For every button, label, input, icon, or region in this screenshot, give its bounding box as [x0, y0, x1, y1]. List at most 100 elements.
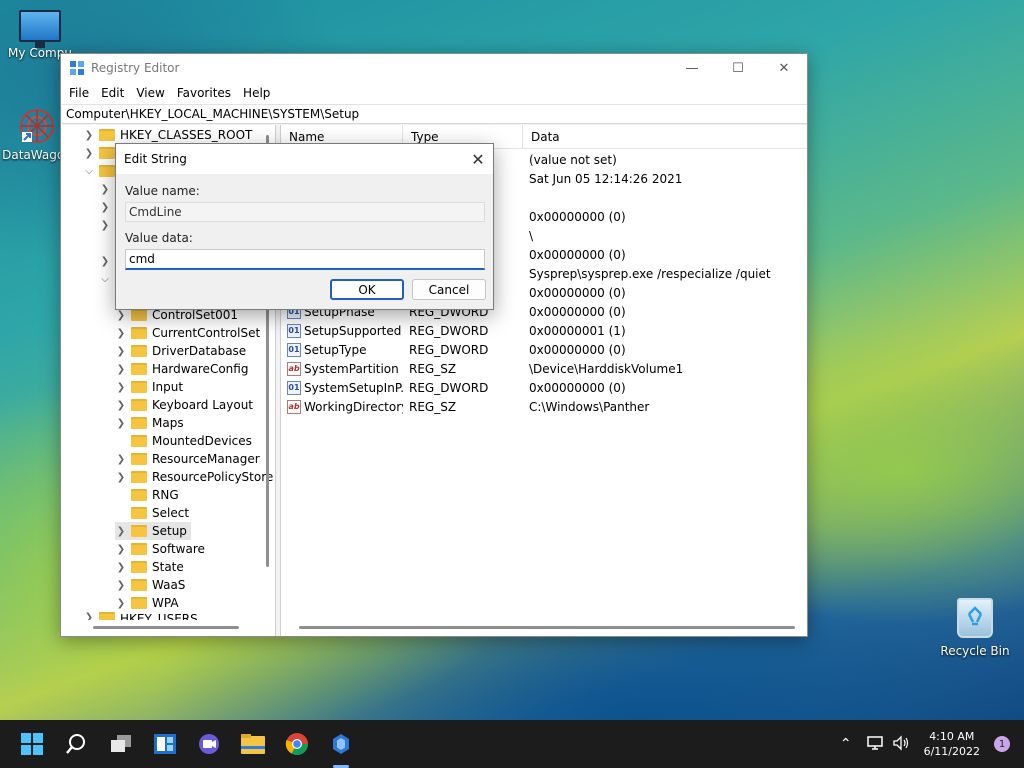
close-window-button[interactable]: ✕	[761, 54, 807, 82]
list-horizontal-scrollbar[interactable]	[299, 626, 795, 629]
chevron-down-icon[interactable]: ⌵	[83, 166, 95, 177]
chevron-right-icon[interactable]: ❯	[115, 562, 127, 573]
minimize-button[interactable]: —	[669, 54, 715, 82]
tree-item-wpa[interactable]: ❯ WPA	[115, 594, 179, 612]
menu-file[interactable]: File	[63, 86, 95, 100]
tree-item-hidden[interactable]: ⌵	[99, 270, 111, 288]
tree-item-driverdatabase[interactable]: ❯ DriverDatabase	[115, 342, 246, 360]
column-header-data[interactable]: Data	[523, 125, 807, 148]
chevron-right-icon[interactable]: ❯	[115, 580, 127, 591]
chevron-right-icon[interactable]: ❯	[115, 310, 127, 321]
table-row-systemsetupinprogress[interactable]: 01 SystemSetupInP... REG_DWORD 0x00000000…	[281, 378, 807, 397]
tree-horizontal-scrollbar[interactable]	[93, 626, 239, 629]
chevron-right-icon[interactable]: ❯	[115, 454, 127, 465]
chevron-right-icon[interactable]: ❯	[99, 220, 111, 231]
datawagon-icon[interactable]	[327, 730, 355, 758]
chevron-up-icon[interactable]: ⌃	[840, 736, 852, 752]
table-row-setuptype[interactable]: 01 SetupType REG_DWORD 0x00000000 (0)	[281, 340, 807, 359]
tree-item-hkey-classes-root[interactable]: ❯ HKEY_CLASSES_ROOT	[83, 126, 253, 144]
tree-item-hidden[interactable]: ❯	[99, 180, 111, 198]
clock-time: 4:10 AM	[929, 730, 975, 743]
tree-item-state[interactable]: ❯ State	[115, 558, 184, 576]
chevron-right-icon[interactable]: ❯	[99, 184, 111, 195]
menu-help[interactable]: Help	[237, 86, 276, 100]
tree-item-hidden[interactable]: ❯	[99, 216, 111, 234]
chevron-right-icon[interactable]: ❯	[99, 202, 111, 213]
tree-item-hkey-users[interactable]: ❯ HKEY_USERS	[83, 612, 198, 620]
menu-bar: File Edit View Favorites Help	[61, 82, 807, 104]
task-view-icon[interactable]	[107, 730, 135, 758]
tree-item-hidden[interactable]: ❯	[99, 252, 111, 270]
menu-view[interactable]: View	[130, 86, 170, 100]
chevron-right-icon[interactable]: ❯	[83, 612, 95, 620]
chevron-right-icon[interactable]: ❯	[99, 256, 111, 267]
tree-item-resourcepolicystore[interactable]: ❯ ResourcePolicyStore	[115, 468, 273, 486]
desktop-icon-recycle-bin[interactable]: Recycle Bin	[935, 598, 1015, 658]
dialog-title-bar[interactable]: Edit String ✕	[116, 144, 493, 174]
table-row-setupsupported[interactable]: 01 SetupSupported REG_DWORD 0x00000001 (1…	[281, 321, 807, 340]
tree-item-rng[interactable]: RNG	[127, 486, 179, 504]
row-data: 0x00000000 (0)	[529, 209, 626, 224]
widgets-icon[interactable]	[151, 730, 179, 758]
cancel-button[interactable]: Cancel	[412, 279, 486, 300]
value-data-input[interactable]	[125, 249, 485, 270]
tree-item-waas[interactable]: ❯ WaaS	[115, 576, 186, 594]
volume-icon[interactable]	[892, 734, 910, 754]
folder-icon	[131, 525, 147, 537]
tree-item-currentcontrolset[interactable]: ❯ CurrentControlSet	[115, 324, 260, 342]
row-type: REG_SZ	[409, 361, 457, 376]
maximize-button[interactable]: ☐	[715, 54, 761, 82]
menu-edit[interactable]: Edit	[95, 86, 130, 100]
table-row-workingdirectory[interactable]: ab WorkingDirectory REG_SZ C:\Windows\Pan…	[281, 397, 807, 416]
network-icon[interactable]	[866, 735, 884, 754]
chevron-right-icon[interactable]: ❯	[83, 148, 95, 159]
tree-item-setup[interactable]: ❯ Setup	[115, 522, 191, 540]
recycle-bin-icon	[957, 598, 993, 638]
tree-item-select[interactable]: Select	[127, 504, 189, 522]
table-row-systempartition[interactable]: ab SystemPartition REG_SZ \Device\Harddis…	[281, 359, 807, 378]
chat-icon[interactable]	[195, 730, 223, 758]
chevron-right-icon[interactable]: ❯	[115, 346, 127, 357]
chevron-right-icon[interactable]: ❯	[115, 382, 127, 393]
tree-item-label: DriverDatabase	[152, 344, 247, 358]
tree-item-keyboard-layout[interactable]: ❯ Keyboard Layout	[115, 396, 253, 414]
tree-item-resourcemanager[interactable]: ❯ ResourceManager	[115, 450, 260, 468]
tree-item-hardwareconfig[interactable]: ❯ HardwareConfig	[115, 360, 249, 378]
tree-item-software[interactable]: ❯ Software	[115, 540, 205, 558]
row-name: SetupType	[304, 342, 367, 357]
address-bar[interactable]: Computer\HKEY_LOCAL_MACHINE\SYSTEM\Setup	[62, 104, 807, 124]
title-bar[interactable]: Registry Editor — ☐ ✕	[61, 54, 807, 82]
folder-icon	[131, 543, 147, 555]
chevron-right-icon[interactable]: ❯	[83, 130, 95, 141]
tree-item-label: HKEY_USERS	[120, 612, 198, 620]
chevron-right-icon[interactable]: ❯	[115, 328, 127, 339]
tree-item-label: ResourcePolicyStore	[152, 470, 274, 484]
tree-item-maps[interactable]: ❯ Maps	[115, 414, 184, 432]
notification-badge[interactable]: 1	[994, 736, 1010, 752]
ok-button[interactable]: OK	[330, 279, 404, 300]
tree-item-label: WaaS	[152, 578, 186, 592]
chevron-right-icon[interactable]: ❯	[115, 544, 127, 555]
tree-item-input[interactable]: ❯ Input	[115, 378, 183, 396]
start-icon[interactable]	[18, 730, 46, 758]
chevron-down-icon[interactable]: ⌵	[99, 274, 111, 285]
row-name: SetupSupported	[304, 323, 402, 338]
menu-favorites[interactable]: Favorites	[171, 86, 237, 100]
file-explorer-icon[interactable]	[239, 730, 267, 758]
chevron-right-icon[interactable]: ❯	[115, 418, 127, 429]
chevron-right-icon[interactable]: ❯	[115, 472, 127, 483]
tree-item-label: Input	[152, 380, 184, 394]
row-data: Sysprep\sysprep.exe /respecialize /quiet	[529, 266, 771, 281]
desktop-icon-label: Recycle Bin	[940, 644, 1010, 658]
chevron-right-icon[interactable]: ❯	[115, 364, 127, 375]
dialog-close-button[interactable]: ✕	[463, 144, 493, 174]
chevron-right-icon[interactable]: ❯	[115, 400, 127, 411]
chrome-icon[interactable]	[283, 730, 311, 758]
registry-editor-window: Registry Editor — ☐ ✕ File Edit View Fav…	[60, 53, 808, 637]
tree-item-hidden[interactable]: ❯	[99, 198, 111, 216]
search-icon[interactable]	[62, 730, 90, 758]
chevron-right-icon[interactable]: ❯	[115, 598, 127, 609]
chevron-right-icon[interactable]: ❯	[115, 526, 127, 537]
clock[interactable]: 4:10 AM 6/11/2022	[924, 729, 980, 759]
tree-item-mounteddevices[interactable]: MountedDevices	[127, 432, 252, 450]
